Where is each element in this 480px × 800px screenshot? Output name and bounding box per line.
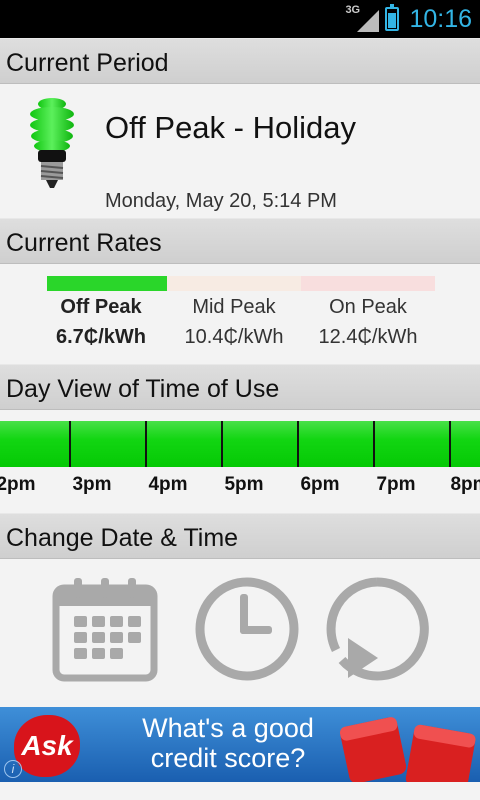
hour-tick xyxy=(449,421,451,467)
ad-banner[interactable]: Ask What's a good credit score? i xyxy=(0,707,480,782)
status-bar: 3G 10:16 xyxy=(0,0,480,38)
rate-value: 12.4₵/kWh xyxy=(318,326,418,348)
hour-label: 7pm xyxy=(376,474,416,495)
current-period-header: Current Period xyxy=(0,38,480,84)
current-period-panel: Off Peak - Holiday Monday, May 20, 5:14 … xyxy=(0,86,480,218)
rate-name: On Peak xyxy=(329,296,407,318)
hour-tick xyxy=(373,421,375,467)
battery-icon xyxy=(385,4,400,31)
rate-mid-peak: Mid Peak 10.4₵/kWh xyxy=(167,276,301,349)
status-clock: 10:16 xyxy=(409,4,472,33)
hour-label: 4pm xyxy=(148,474,188,495)
rates-panel: Off Peak 6.7₵/kWh Mid Peak 10.4₵/kWh On … xyxy=(0,264,480,364)
current-period-header-label: Current Period xyxy=(6,49,169,77)
rate-bar xyxy=(167,276,301,291)
hour-label: 6pm xyxy=(300,474,340,495)
info-icon[interactable]: i xyxy=(4,760,22,778)
ad-line-1: What's a good xyxy=(142,713,314,743)
period-date: Monday, May 20, 5:14 PM xyxy=(105,190,337,212)
dice-icon xyxy=(339,717,476,782)
rate-bar xyxy=(301,276,435,291)
period-title: Off Peak - Holiday xyxy=(105,110,356,145)
hour-label: 8pm xyxy=(450,474,480,495)
time-of-use-bar[interactable] xyxy=(0,421,480,467)
change-date-time-header-label: Change Date & Time xyxy=(6,524,239,552)
hour-tick xyxy=(145,421,147,467)
change-date-time-header: Change Date & Time xyxy=(0,513,480,559)
hour-tick xyxy=(221,421,223,467)
rate-value: 6.7₵/kWh xyxy=(55,326,147,348)
hour-label: 2pm xyxy=(0,474,36,495)
ad-line-2: credit score? xyxy=(150,743,306,773)
current-rates-header: Current Rates xyxy=(0,218,480,264)
current-rates-header-label: Current Rates xyxy=(6,229,162,257)
signal-icon: 3G xyxy=(345,4,380,32)
reset-icon[interactable] xyxy=(322,574,432,684)
hour-label: 5pm xyxy=(224,474,264,495)
hour-label: 3pm xyxy=(72,474,112,495)
rate-value: 10.4₵/kWh xyxy=(184,326,284,348)
hour-tick xyxy=(297,421,299,467)
ad-text: What's a good credit score? xyxy=(118,713,338,773)
rate-name: Off Peak xyxy=(60,296,142,318)
rate-bar xyxy=(47,276,168,291)
cfl-bulb-icon xyxy=(30,98,74,188)
day-view-header-label: Day View of Time of Use xyxy=(6,375,280,403)
rate-name: Mid Peak xyxy=(192,296,276,318)
bottom-strip xyxy=(0,782,480,800)
hour-tick xyxy=(69,421,71,467)
clock-icon[interactable] xyxy=(192,574,302,684)
calendar-icon[interactable] xyxy=(50,574,160,684)
ask-logo: Ask xyxy=(14,715,80,777)
rate-on-peak: On Peak 12.4₵/kWh xyxy=(301,276,435,349)
rate-off-peak: Off Peak 6.7₵/kWh xyxy=(34,276,168,349)
day-view-header: Day View of Time of Use xyxy=(0,364,480,410)
